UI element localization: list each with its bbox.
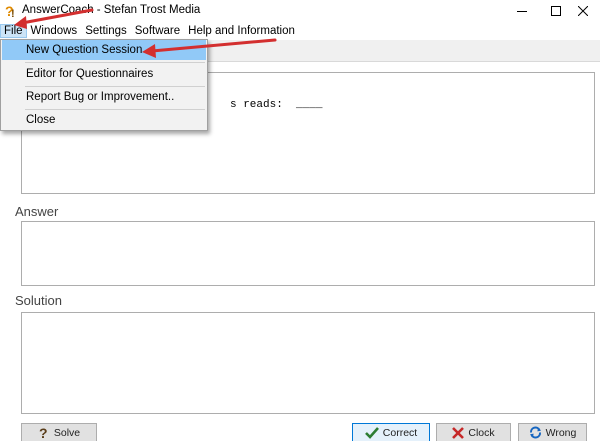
minimize-button[interactable] (505, 0, 539, 22)
solution-label: Solution (15, 293, 62, 308)
menu-separator (25, 62, 205, 63)
minimize-icon (517, 6, 527, 16)
x-icon (452, 426, 465, 439)
menu-software[interactable]: Software (131, 24, 184, 38)
answer-label: Answer (15, 204, 59, 219)
file-dropdown-menu: New Question Session Editor for Question… (0, 39, 208, 131)
maximize-icon (551, 6, 561, 16)
app-logo-icon: ? ! (5, 3, 19, 20)
clock-label: Clock (468, 426, 495, 439)
correct-label: Correct (382, 426, 418, 439)
solve-label: Solve (53, 426, 81, 439)
solve-button[interactable]: ? Solve (21, 423, 97, 441)
close-window-button[interactable] (566, 0, 600, 22)
wrong-button[interactable]: Wrong (518, 423, 587, 441)
correct-button[interactable]: Correct (352, 423, 430, 441)
question-mark-icon: ? (38, 426, 50, 440)
checkmark-icon (364, 426, 379, 439)
menu-windows[interactable]: Windows (27, 24, 82, 38)
menu-bar: File Windows Settings Software Help and … (0, 22, 600, 40)
menu-settings[interactable]: Settings (81, 24, 131, 38)
answer-input[interactable] (21, 221, 595, 286)
solution-box[interactable] (21, 312, 595, 414)
menu-item-editor-for-questionnaires[interactable]: Editor for Questionnaires (2, 64, 206, 84)
svg-text:!: ! (11, 8, 15, 19)
clock-button[interactable]: Clock (436, 423, 511, 441)
menu-file[interactable]: File (0, 24, 27, 38)
question-text: s reads: ____ (230, 99, 323, 111)
menu-item-report-bug[interactable]: Report Bug or Improvement.. (2, 87, 206, 107)
window-title: AnswerCoach - Stefan Trost Media (22, 4, 201, 16)
menu-item-close[interactable]: Close (2, 110, 206, 130)
menu-item-new-question-session[interactable]: New Question Session (2, 40, 206, 60)
title-bar: ? ! AnswerCoach - Stefan Trost Media (0, 0, 600, 22)
menu-help[interactable]: Help and Information (184, 24, 299, 38)
wrong-label: Wrong (545, 426, 577, 439)
close-icon (578, 6, 588, 16)
svg-text:?: ? (39, 426, 48, 440)
refresh-icon (529, 426, 542, 439)
